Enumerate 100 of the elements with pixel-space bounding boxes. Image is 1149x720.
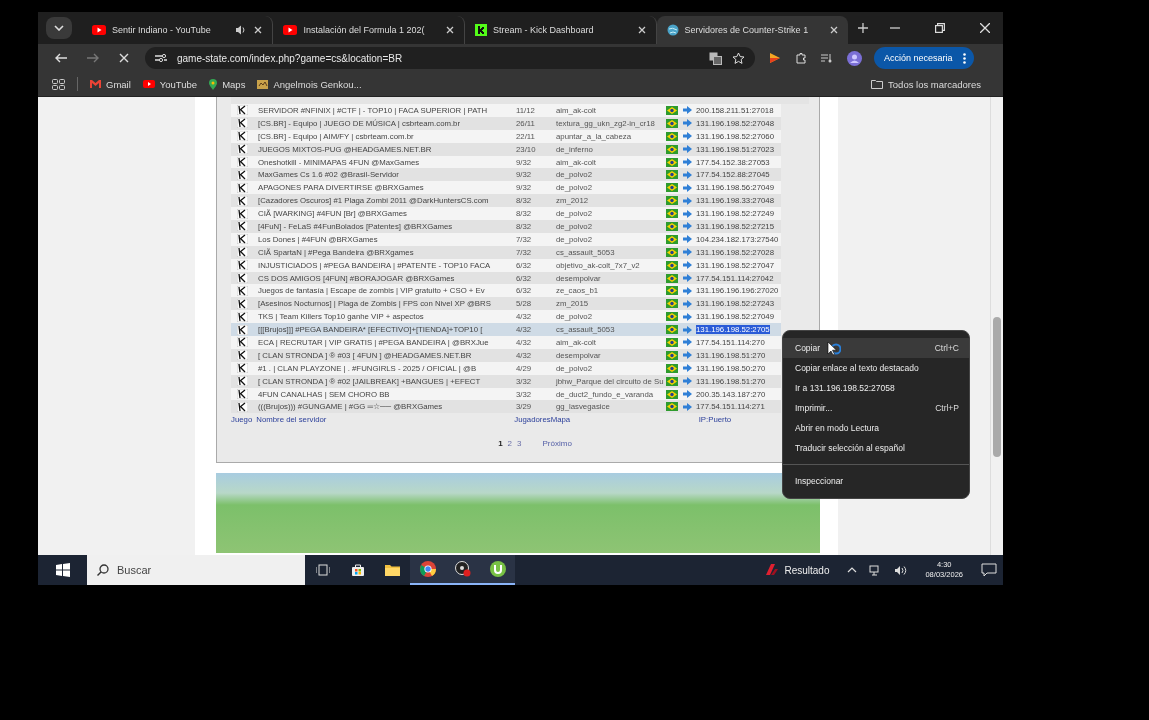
taskbar-app[interactable] [410,555,445,585]
address-bar[interactable]: game-state.com/index.php?game=cs&location=BR [145,47,755,69]
new-tab-icon[interactable] [858,23,869,33]
puzzle-icon[interactable] [795,52,807,64]
site-settings-icon[interactable] [155,53,167,63]
menu-item[interactable]: Traducir selección al español [783,438,969,458]
flag-icon [666,144,678,154]
menu-item[interactable]: Abrir en modo Lectura [783,418,969,438]
game-logo-icon [237,144,248,155]
browser-tab[interactable]: Servidores de Counter-Strike 1 [656,16,849,44]
play-logo-icon [91,25,106,35]
flag-icon [666,325,678,335]
flag-icon [666,389,678,399]
stop-loading-icon[interactable] [119,53,129,63]
search-icon [97,564,109,576]
flag-icon [666,376,678,386]
flag-icon [666,273,678,283]
flag-icon [666,209,678,219]
all-bookmarks-item[interactable]: Todos los marcadores [871,78,981,90]
next-page-link[interactable]: Próximo [542,439,572,449]
star-icon[interactable] [732,51,745,65]
game-logo-icon [237,363,248,374]
action-required-button[interactable]: Acción necesaria [874,47,974,69]
media-icon[interactable] [821,53,833,63]
game-logo-icon [237,247,248,258]
close-tab-icon[interactable] [446,26,455,34]
menu-item[interactable]: Copiar Ctrl+C [783,338,969,358]
back-icon[interactable] [55,53,67,63]
map-pin-icon [209,78,218,90]
flag-icon [666,312,678,322]
windows-logo-icon[interactable] [56,563,70,577]
flag-icon [666,157,678,167]
play-logo-icon [283,25,298,35]
speaker-icon[interactable] [235,25,247,35]
kebab-menu-icon[interactable] [962,52,966,64]
game-logo-icon [237,182,248,193]
notification-icon[interactable] [981,563,997,577]
bookmark-item[interactable]: Angelmois Genkou... [257,78,362,90]
close-tab-icon[interactable] [830,26,839,34]
page-link[interactable]: 3 [517,439,522,449]
chevron-up-icon[interactable] [847,567,858,573]
play-logo-icon [142,80,155,88]
chevron-down-icon[interactable] [53,25,64,31]
flag-icon [666,105,678,115]
scrollbar[interactable] [990,97,1003,555]
flag-icon [666,131,678,141]
close-tab-icon[interactable] [254,26,263,34]
game-logo-icon [237,298,248,309]
globe-icon [666,24,679,36]
tab-search-button[interactable] [46,17,72,39]
play-triangle-icon[interactable] [769,52,781,64]
folder-icon [385,564,400,576]
game-logo-icon [237,376,248,387]
menu-item[interactable]: Ir a 131.196.198.52:27058 [783,378,969,398]
folder-icon [871,79,884,89]
menu-item[interactable]: Imprimir... Ctrl+P [783,398,969,418]
apps-grid-icon[interactable] [52,78,65,90]
bookmark-item[interactable]: Gmail [90,78,131,90]
game-logo-icon [237,401,248,412]
taskbar-app[interactable] [480,555,515,585]
flag-icon [666,286,678,296]
translate-icon[interactable] [709,51,722,65]
game-logo-icon [237,389,248,400]
bookmark-item[interactable]: Maps [209,78,246,90]
page-link[interactable]: 1 [498,439,503,449]
flag-icon [666,183,678,193]
menu-item[interactable]: Copiar enlace al texto destacado [783,358,969,378]
close-icon[interactable] [980,23,990,33]
avatar-icon[interactable] [847,50,862,66]
image-icon [257,79,269,89]
flag-icon [666,350,678,360]
game-logo-icon [237,337,248,348]
bookmark-item[interactable]: YouTube [142,78,198,90]
game-logo-icon [237,273,248,283]
flag-icon [666,196,678,206]
page-link[interactable]: 2 [507,439,513,449]
close-tab-icon[interactable] [637,26,646,34]
flag-icon [666,337,678,347]
task-view-icon [315,564,330,576]
game-logo-icon [237,324,248,335]
taskbar-search-field[interactable]: Buscar [87,555,305,585]
flag-icon [666,221,678,231]
game-logo-icon [237,208,248,219]
flag-icon [666,402,678,412]
forward-icon[interactable] [87,53,99,63]
news-widget[interactable]: Resultado [764,563,830,577]
game-logo-icon [237,105,248,116]
menu-item[interactable]: Inspeccionar [783,471,969,491]
game-logo-icon [237,285,248,296]
record-disc-icon [454,561,471,577]
restore-icon[interactable] [935,23,946,33]
flag-icon [666,118,678,128]
logo-icon [764,563,779,577]
store-bag-icon [350,563,365,577]
flag-icon [666,363,678,373]
browser-logo-icon [419,561,436,577]
flag-icon [666,170,678,180]
flag-icon [666,299,678,309]
game-logo-icon [237,169,248,180]
speaker-icon[interactable] [894,564,908,576]
